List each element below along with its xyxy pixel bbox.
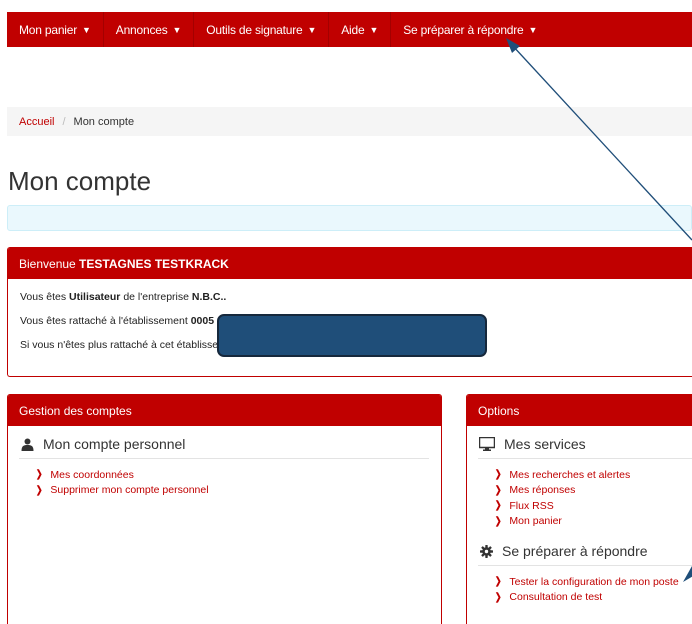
role-company-prefix: de l'entreprise <box>120 291 192 303</box>
page-title: Mon compte <box>8 166 152 196</box>
chevron-right-icon: ❯ <box>494 484 502 496</box>
nav-annonces[interactable]: Annonces ▼ <box>104 12 195 47</box>
nav-aide[interactable]: Aide ▼ <box>329 12 392 47</box>
chevron-right-icon: ❯ <box>35 484 43 496</box>
welcome-panel: Bienvenue TESTAGNES TESTKRACK Vous êtes … <box>7 247 692 377</box>
nav-se-preparer[interactable]: Se préparer à répondre ▼ <box>391 12 549 47</box>
role-prefix: Vous êtes <box>20 291 70 303</box>
chevron-down-icon: ▼ <box>82 24 91 35</box>
chevron-right-icon: ❯ <box>35 469 43 481</box>
services-section-title: Mes services <box>478 426 692 458</box>
link-label: Mon panier <box>509 515 562 528</box>
accounts-heading: Gestion des comptes <box>8 395 441 426</box>
nav-label: Outils de signature <box>206 22 303 37</box>
section-title-text: Mon compte personnel <box>43 436 186 452</box>
chevron-right-icon: ❯ <box>494 591 502 603</box>
link-label: Mes réponses <box>509 484 576 497</box>
breadcrumb: Accueil / Mon compte <box>7 107 692 136</box>
link-supprimer-compte[interactable]: ❯ Supprimer mon compte personnel <box>19 483 441 499</box>
chevron-down-icon: ▼ <box>528 24 538 35</box>
monitor-icon <box>478 436 496 452</box>
link-flux-rss[interactable]: ❯ Flux RSS <box>478 498 692 514</box>
breadcrumb-home-link[interactable]: Accueil <box>19 116 54 128</box>
user-role-line: Vous êtes Utilisateur de l'entreprise N.… <box>20 291 692 303</box>
breadcrumb-current: Mon compte <box>73 115 135 128</box>
link-tester-configuration[interactable]: ❯ Tester la configuration de mon poste <box>478 574 692 590</box>
link-label: Consultation de test <box>509 591 603 604</box>
chevron-right-icon: ❯ <box>494 576 502 588</box>
link-label: Flux RSS <box>509 499 554 512</box>
welcome-heading: Bienvenue TESTAGNES TESTKRACK <box>8 248 692 279</box>
link-label: Tester la configuration de mon poste <box>509 575 679 588</box>
link-mon-panier[interactable]: ❯ Mon panier <box>478 514 692 530</box>
breadcrumb-separator: / <box>62 115 66 128</box>
top-navigation-bar: Mon panier ▼ Annonces ▼ Outils de signatur… <box>7 12 692 47</box>
section-title-text: Se préparer à répondre <box>502 543 648 559</box>
chevron-right-icon: ❯ <box>494 469 502 481</box>
nav-label: Annonces <box>115 22 168 37</box>
link-recherches-alertes[interactable]: ❯ Mes recherches et alertes <box>478 467 692 483</box>
chevron-down-icon: ▼ <box>369 24 379 35</box>
gear-icon <box>478 543 494 559</box>
establishment-code: 0005 <box>190 315 215 327</box>
personal-account-section-title: Mon compte personnel <box>19 426 441 458</box>
link-mes-reponses[interactable]: ❯ Mes réponses <box>478 483 692 499</box>
welcome-user-name: TESTAGNES TESTKRACK <box>79 256 229 271</box>
accounts-panel: Gestion des comptes Mon compte personnel… <box>7 394 442 624</box>
nav-mon-panier[interactable]: Mon panier ▼ <box>7 12 104 47</box>
divider <box>19 458 429 459</box>
nav-label: Se préparer à répondre <box>403 22 524 37</box>
user-icon <box>19 436 35 452</box>
nav-label: Mon panier <box>19 22 78 37</box>
chevron-right-icon: ❯ <box>494 500 502 512</box>
nav-label: Aide <box>341 22 365 37</box>
link-label: Mes recherches et alertes <box>509 468 631 481</box>
link-label: Mes coordonnées <box>50 468 134 481</box>
link-label: Supprimer mon compte personnel <box>50 484 209 497</box>
welcome-prefix: Bienvenue <box>19 256 80 271</box>
nav-outils-signature[interactable]: Outils de signature ▼ <box>194 12 330 47</box>
info-alert-bar <box>7 205 692 231</box>
establishment-prefix: Vous êtes rattaché à l'établissement <box>20 315 191 327</box>
options-heading: Options <box>467 395 692 426</box>
chevron-down-icon: ▼ <box>307 24 317 35</box>
link-mes-coordonnees[interactable]: ❯ Mes coordonnées <box>19 467 441 483</box>
chevron-down-icon: ▼ <box>172 24 182 35</box>
redaction-box <box>217 314 487 357</box>
divider <box>478 458 692 459</box>
company-name: N.B.C.. <box>191 291 227 303</box>
chevron-right-icon: ❯ <box>494 515 502 527</box>
user-role: Utilisateur <box>69 291 121 303</box>
prepare-section-title: Se préparer à répondre <box>478 529 692 565</box>
options-panel: Options Mes services ❯ Mes recherches et … <box>466 394 692 624</box>
section-title-text: Mes services <box>504 436 586 452</box>
link-consultation-test[interactable]: ❯ Consultation de test <box>478 590 692 606</box>
divider <box>478 565 692 566</box>
